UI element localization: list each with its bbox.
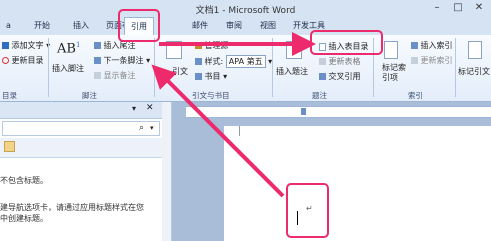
arrow-to-references-tab <box>151 64 285 198</box>
annotation-arrows <box>151 32 316 198</box>
